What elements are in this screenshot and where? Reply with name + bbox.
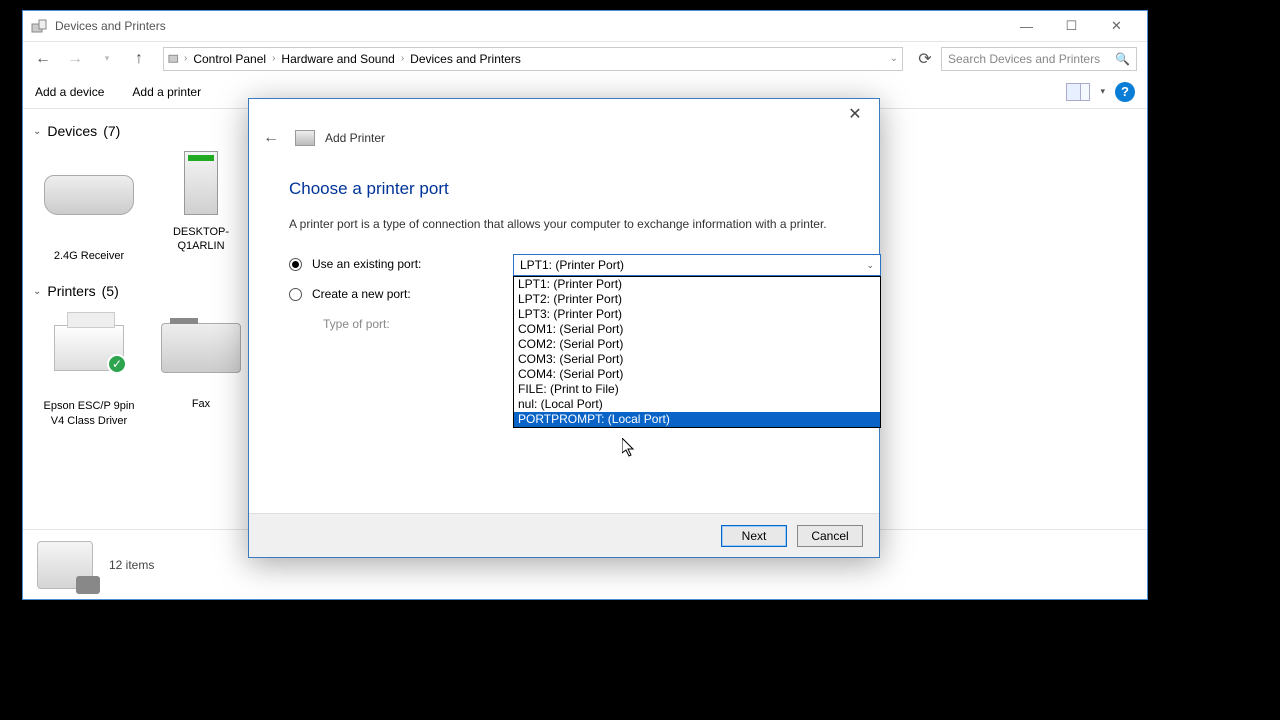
- chevron-down-icon[interactable]: ▾: [1100, 86, 1105, 97]
- refresh-button[interactable]: ⟳: [913, 47, 937, 71]
- check-icon: ✓: [107, 354, 127, 374]
- device-item[interactable]: DESKTOP-Q1ARLIN: [151, 147, 251, 263]
- maximize-button[interactable]: ☐: [1049, 12, 1094, 40]
- computer-icon: [156, 151, 246, 221]
- port-option[interactable]: COM3: (Serial Port): [514, 352, 880, 367]
- dialog-titlebar: ✕: [249, 99, 879, 129]
- next-button[interactable]: Next: [721, 525, 787, 547]
- fax-icon: [156, 323, 246, 393]
- group-count: (5): [102, 283, 119, 299]
- help-button[interactable]: ?: [1115, 82, 1135, 102]
- search-icon: 🔍: [1115, 52, 1130, 66]
- navbar: ← → ▾ ↑ › Control Panel › Hardware and S…: [23, 41, 1147, 75]
- existing-port-label: Use an existing port:: [312, 257, 472, 271]
- port-option[interactable]: nul: (Local Port): [514, 397, 880, 412]
- group-label: Printers: [47, 283, 95, 299]
- titlebar: Devices and Printers — ☐ ✕: [23, 11, 1147, 41]
- step-description: A printer port is a type of connection t…: [289, 217, 839, 231]
- group-label: Devices: [47, 123, 97, 139]
- dialog-back-button[interactable]: ←: [263, 129, 279, 147]
- device-label: 2.4G Receiver: [39, 249, 139, 263]
- dialog-title: Add Printer: [325, 131, 385, 145]
- port-option[interactable]: LPT3: (Printer Port): [514, 307, 880, 322]
- device-label: Fax: [151, 397, 251, 411]
- group-count: (7): [103, 123, 120, 139]
- breadcrumb[interactable]: › Control Panel › Hardware and Sound › D…: [163, 47, 903, 71]
- close-button[interactable]: ✕: [1094, 12, 1139, 40]
- printer-item[interactable]: Fax: [151, 307, 251, 428]
- port-combobox[interactable]: LPT1: (Printer Port) ⌄: [513, 254, 881, 276]
- port-option[interactable]: LPT2: (Printer Port): [514, 292, 880, 307]
- dialog-close-button[interactable]: ✕: [837, 100, 873, 128]
- add-printer-button[interactable]: Add a printer: [132, 85, 201, 99]
- breadcrumb-seg[interactable]: Control Panel: [189, 52, 270, 66]
- breadcrumb-separator-icon: ›: [401, 53, 404, 64]
- breadcrumb-separator-icon: ›: [272, 53, 275, 64]
- chevron-down-icon: ⌄: [33, 286, 41, 297]
- breadcrumb-seg[interactable]: Devices and Printers: [406, 52, 525, 66]
- create-port-radio[interactable]: [289, 288, 302, 301]
- chevron-down-icon: ⌄: [33, 126, 41, 137]
- chevron-down-icon: ⌄: [866, 260, 874, 271]
- step-title: Choose a printer port: [289, 179, 839, 199]
- breadcrumb-icon: [168, 50, 182, 67]
- port-option[interactable]: COM2: (Serial Port): [514, 337, 880, 352]
- search-placeholder: Search Devices and Printers: [948, 52, 1100, 66]
- combobox-value: LPT1: (Printer Port): [520, 258, 624, 272]
- dialog-footer: Next Cancel: [249, 513, 879, 557]
- view-options-button[interactable]: [1066, 83, 1090, 101]
- existing-port-row: Use an existing port: LPT1: (Printer Por…: [289, 257, 839, 271]
- devices-icon: [37, 541, 93, 589]
- printer-icon: ✓: [44, 325, 134, 395]
- cancel-button[interactable]: Cancel: [797, 525, 863, 547]
- device-label: Epson ESC/P 9pin V4 Class Driver: [39, 399, 139, 428]
- port-dropdown: LPT1: (Printer Port)LPT2: (Printer Port)…: [513, 276, 881, 428]
- device-item[interactable]: 2.4G Receiver: [39, 147, 139, 263]
- status-text: 12 items: [109, 558, 154, 572]
- keyboard-icon: [44, 175, 134, 245]
- device-label: DESKTOP-Q1ARLIN: [151, 225, 251, 254]
- port-option[interactable]: COM4: (Serial Port): [514, 367, 880, 382]
- printer-item[interactable]: ✓ Epson ESC/P 9pin V4 Class Driver: [39, 307, 139, 428]
- dialog-body: Choose a printer port A printer port is …: [249, 157, 879, 331]
- port-option[interactable]: LPT1: (Printer Port): [514, 277, 880, 292]
- nav-back-button[interactable]: ←: [29, 45, 57, 73]
- port-option[interactable]: FILE: (Print to File): [514, 382, 880, 397]
- minimize-button[interactable]: —: [1004, 12, 1049, 40]
- nav-dropdown-button[interactable]: ▾: [93, 45, 121, 73]
- nav-forward-button[interactable]: →: [61, 45, 89, 73]
- add-printer-dialog: ✕ ← Add Printer Choose a printer port A …: [248, 98, 880, 558]
- port-option[interactable]: PORTPROMPT: (Local Port): [514, 412, 880, 427]
- dialog-header: ← Add Printer: [249, 129, 879, 157]
- devices-printers-icon: [31, 18, 47, 34]
- breadcrumb-separator-icon: ›: [184, 53, 187, 64]
- search-input[interactable]: Search Devices and Printers 🔍: [941, 47, 1137, 71]
- chevron-down-icon[interactable]: ⌄: [890, 53, 898, 64]
- window-title: Devices and Printers: [55, 19, 166, 33]
- existing-port-radio[interactable]: [289, 258, 302, 271]
- printer-icon: [295, 130, 315, 146]
- nav-up-button[interactable]: ↑: [125, 45, 153, 73]
- create-port-label: Create a new port:: [312, 287, 472, 301]
- breadcrumb-seg[interactable]: Hardware and Sound: [277, 52, 398, 66]
- add-device-button[interactable]: Add a device: [35, 85, 104, 99]
- port-option[interactable]: COM1: (Serial Port): [514, 322, 880, 337]
